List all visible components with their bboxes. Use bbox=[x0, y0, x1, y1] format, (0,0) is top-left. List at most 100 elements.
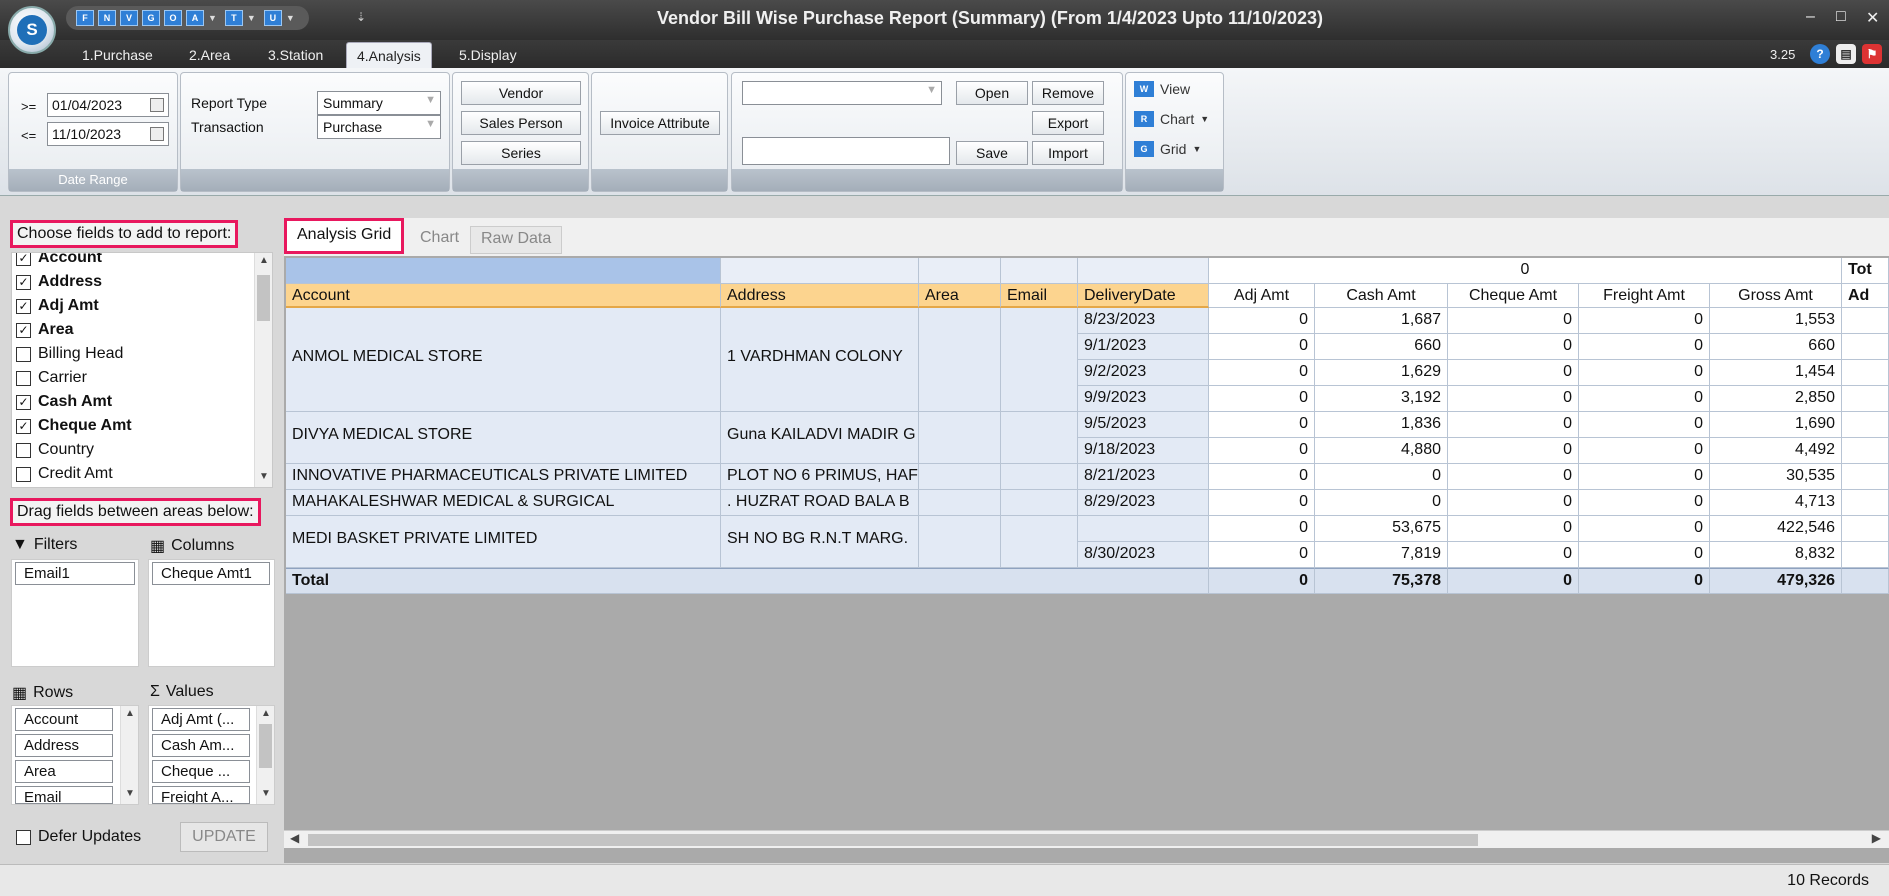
scroll-right-icon[interactable]: ▶ bbox=[1872, 831, 1881, 845]
values-area[interactable]: Adj Amt (... Cash Am... Cheque ... Freig… bbox=[148, 705, 275, 805]
vendor-button[interactable]: Vendor bbox=[461, 81, 581, 105]
grid-menu-button[interactable]: G Grid ▼ bbox=[1134, 141, 1201, 157]
values-scrollbar[interactable]: ▲ ▼ bbox=[256, 706, 274, 804]
cell-delivery-date[interactable]: 8/29/2023 bbox=[1078, 490, 1209, 516]
tab-display[interactable]: 5.Display bbox=[449, 42, 527, 68]
row-header-account[interactable]: DIVYA MEDICAL STORE bbox=[286, 412, 721, 464]
grid-horizontal-scrollbar[interactable]: ◀ ▶ bbox=[284, 830, 1889, 848]
field-cheque-amt[interactable]: ✓ Cheque Amt bbox=[16, 415, 132, 437]
field-adj-amt[interactable]: ✓ Adj Amt bbox=[16, 295, 99, 317]
invoice-attribute-button[interactable]: Invoice Attribute bbox=[600, 111, 720, 135]
row-header-email[interactable] bbox=[1001, 516, 1078, 568]
row-header-account[interactable]: ANMOL MEDICAL STORE bbox=[286, 308, 721, 412]
column-header-account[interactable]: Account bbox=[286, 284, 721, 308]
open-button[interactable]: Open bbox=[956, 81, 1028, 105]
value-chip[interactable]: Adj Amt (... bbox=[152, 708, 250, 731]
field-list-scrollbar[interactable]: ▲ ▼ bbox=[254, 253, 272, 487]
row-chip[interactable]: Email bbox=[15, 786, 113, 804]
column-header-cheque-amt[interactable]: Cheque Amt bbox=[1448, 284, 1579, 308]
tab-station[interactable]: 3.Station bbox=[258, 42, 333, 68]
row-header-address[interactable]: Guna KAILADVI MADIR G bbox=[721, 412, 919, 464]
tab-analysis[interactable]: 4.Analysis bbox=[346, 42, 432, 68]
chevron-down-icon[interactable]: ▼ bbox=[425, 94, 436, 106]
chevron-down-icon[interactable]: ▼ bbox=[208, 13, 217, 23]
scroll-down-icon[interactable]: ▼ bbox=[121, 788, 139, 799]
row-header-area[interactable] bbox=[919, 516, 1001, 568]
cell-delivery-date[interactable]: 8/30/2023 bbox=[1078, 542, 1209, 568]
qat-f-icon[interactable]: F bbox=[76, 10, 94, 26]
scroll-thumb[interactable] bbox=[259, 724, 272, 768]
chart-menu-button[interactable]: R Chart ▼ bbox=[1134, 111, 1209, 127]
cell-delivery-date[interactable]: 9/2/2023 bbox=[1078, 360, 1209, 386]
checkbox[interactable]: ✓ bbox=[16, 322, 31, 338]
export-button[interactable]: Export bbox=[1032, 111, 1104, 135]
field-country[interactable]: Country bbox=[16, 439, 94, 461]
qat-a-icon[interactable]: A bbox=[186, 10, 204, 26]
column-header-gross-amt[interactable]: Gross Amt bbox=[1710, 284, 1842, 308]
qat-u-icon[interactable]: U bbox=[263, 10, 282, 26]
column-header-ad[interactable]: Ad bbox=[1842, 284, 1889, 308]
row-chip[interactable]: Address bbox=[15, 734, 113, 757]
checkbox[interactable] bbox=[16, 829, 31, 845]
value-chip[interactable]: Cash Am... bbox=[152, 734, 250, 757]
row-chip[interactable]: Area bbox=[15, 760, 113, 783]
minimize-button[interactable]: – bbox=[1806, 8, 1815, 26]
value-chip[interactable]: Freight A... bbox=[152, 786, 250, 804]
value-chip[interactable]: Cheque ... bbox=[152, 760, 250, 783]
row-header-address[interactable]: SH NO BG R.N.T MARG. bbox=[721, 516, 919, 568]
checkbox[interactable]: ✓ bbox=[16, 418, 31, 434]
qat-o-icon[interactable]: O bbox=[164, 10, 182, 26]
column-chip-cheque-amt1[interactable]: Cheque Amt1 bbox=[152, 562, 270, 585]
scroll-up-icon[interactable]: ▲ bbox=[121, 708, 139, 719]
column-header-area[interactable]: Area bbox=[919, 284, 1001, 308]
row-header-email[interactable] bbox=[1001, 308, 1078, 412]
chevron-down-icon[interactable]: ▼ bbox=[425, 118, 436, 130]
customize-qat-icon[interactable]: ⇣ bbox=[356, 10, 366, 24]
calendar-icon[interactable] bbox=[150, 127, 164, 141]
field-billing-head[interactable]: Billing Head bbox=[16, 343, 123, 365]
defer-updates-checkbox[interactable]: Defer Updates bbox=[16, 826, 141, 848]
row-header-email[interactable] bbox=[1001, 490, 1078, 516]
row-header-area[interactable] bbox=[919, 412, 1001, 464]
field-cash-amt[interactable]: ✓ Cash Amt bbox=[16, 391, 112, 413]
cell-delivery-date[interactable]: 9/1/2023 bbox=[1078, 334, 1209, 360]
column-header-email[interactable]: Email bbox=[1001, 284, 1078, 308]
scroll-down-icon[interactable]: ▼ bbox=[255, 471, 272, 482]
row-header-address[interactable]: . HUZRAT ROAD BALA B bbox=[721, 490, 919, 516]
scroll-down-icon[interactable]: ▼ bbox=[257, 788, 275, 799]
cell-delivery-date[interactable]: 8/21/2023 bbox=[1078, 464, 1209, 490]
tab-area[interactable]: 2.Area bbox=[179, 42, 240, 68]
row-header-account[interactable]: INNOVATIVE PHARMACEUTICALS PRIVATE LIMIT… bbox=[286, 464, 721, 490]
layout-name-input[interactable] bbox=[742, 137, 950, 165]
document-icon[interactable]: ▤ bbox=[1836, 44, 1856, 64]
row-header-area[interactable] bbox=[919, 308, 1001, 412]
calendar-icon[interactable] bbox=[150, 98, 164, 112]
checkbox[interactable] bbox=[16, 466, 31, 482]
tab-chart[interactable]: Chart bbox=[412, 226, 468, 254]
transaction-select[interactable]: Purchase ▼ bbox=[317, 115, 441, 139]
cell-delivery-date[interactable]: 9/18/2023 bbox=[1078, 438, 1209, 464]
rows-scrollbar[interactable]: ▲ ▼ bbox=[120, 706, 138, 804]
qat-n-icon[interactable]: N bbox=[98, 10, 116, 26]
scroll-thumb[interactable] bbox=[257, 275, 270, 321]
chevron-down-icon[interactable]: ▼ bbox=[247, 13, 256, 23]
checkbox[interactable] bbox=[16, 442, 31, 458]
to-date-input[interactable]: 11/10/2023 bbox=[47, 122, 169, 146]
tab-analysis-grid[interactable]: Analysis Grid bbox=[284, 218, 405, 254]
row-header-area[interactable] bbox=[919, 490, 1001, 516]
checkbox[interactable]: ✓ bbox=[16, 394, 31, 410]
scroll-up-icon[interactable]: ▲ bbox=[255, 255, 272, 266]
remove-button[interactable]: Remove bbox=[1032, 81, 1104, 105]
row-header-account[interactable]: MAHAKALESHWAR MEDICAL & SURGICAL bbox=[286, 490, 721, 516]
checkbox[interactable]: ✓ bbox=[16, 274, 31, 290]
field-address[interactable]: ✓ Address bbox=[16, 271, 102, 293]
row-header-email[interactable] bbox=[1001, 412, 1078, 464]
checkbox[interactable]: ✓ bbox=[16, 253, 31, 266]
row-header-account[interactable]: MEDI BASKET PRIVATE LIMITED bbox=[286, 516, 721, 568]
qat-g-icon[interactable]: G bbox=[142, 10, 160, 26]
cell-delivery-date[interactable] bbox=[1078, 516, 1209, 542]
rows-area[interactable]: Account Address Area Email ▲ ▼ bbox=[11, 705, 139, 805]
checkbox[interactable] bbox=[16, 370, 31, 386]
app-logo[interactable]: S bbox=[8, 6, 56, 54]
report-type-select[interactable]: Summary ▼ bbox=[317, 91, 441, 115]
